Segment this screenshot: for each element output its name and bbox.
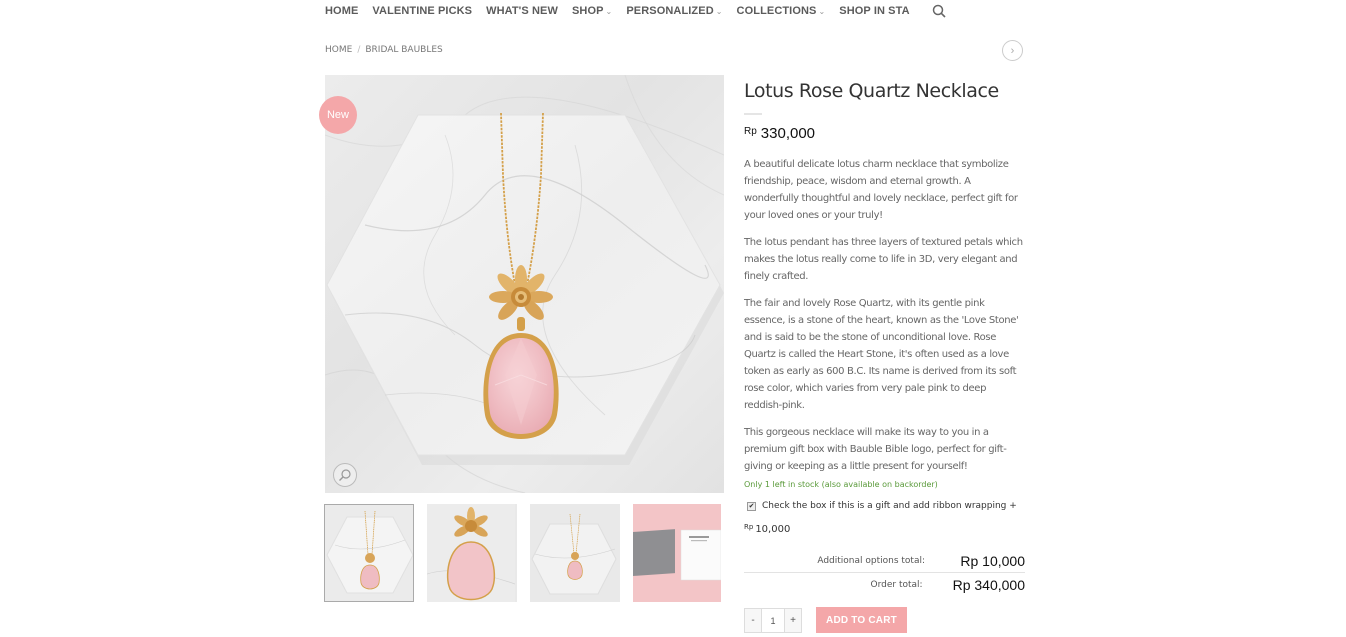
zoom-icon [339,469,351,481]
gift-price-amount: 10,000 [755,524,791,535]
description-paragraph: This gorgeous necklace will make its way… [744,427,1007,472]
thumbnail-3[interactable] [530,504,620,602]
additional-options-value: Rp 10,000 [960,552,1025,569]
add-to-cart-button[interactable]: ADD TO CART [816,607,907,633]
stock-status: Only 1 left in stock (also available on … [744,480,938,489]
nav-label: WHAT'S NEW [486,5,558,17]
chevron-down-icon: ⌄ [715,6,723,16]
chevron-down-icon: ⌄ [818,6,826,16]
quantity-stepper: - 1 + [744,608,802,633]
breadcrumb-separator: / [357,45,361,55]
nav-item-home[interactable]: HOME [325,5,358,17]
quantity-input[interactable]: 1 [761,609,785,632]
nav-label: HOME [325,5,359,17]
totals-table: Additional options total: Rp 10,000 Orde… [744,549,1025,597]
nav-label: COLLECTIONS [736,5,817,17]
additional-options-label: Additional options total: [817,555,925,566]
thumbnail-image [530,504,618,602]
main-nav: HOME VALENTINE PICKS WHAT'S NEW SHOP ⌄ PE… [325,0,946,22]
product-title: Lotus Rose Quartz Necklace [744,80,999,102]
gift-option[interactable]: ✔ Check the box if this is a gift and ad… [747,501,1017,511]
product-price: Rp 330,000 [744,125,1026,142]
price-currency: Rp [744,126,757,137]
breadcrumb: HOME / BRIDAL BAUBLES [325,45,443,55]
quantity-increase-button[interactable]: + [785,609,801,632]
thumbnail-1[interactable] [324,504,414,602]
gift-option-price: Rp 10,000 [744,523,791,535]
thumbnail-image [325,505,413,601]
product-main-image[interactable] [325,75,724,493]
nav-item-shop[interactable]: SHOP ⌄ [572,5,612,17]
breadcrumb-home[interactable]: HOME [325,45,352,55]
nav-label: PERSONALIZED [626,5,714,17]
thumbnail-2[interactable] [427,504,517,602]
new-badge: New [319,96,357,134]
order-total-label: Order total: [870,580,923,590]
nav-item-personalized[interactable]: PERSONALIZED ⌄ [626,5,722,17]
thumbnail-strip [324,504,721,602]
chevron-right-icon: › [1010,44,1015,57]
thumbnail-image [427,504,516,602]
order-total-value: Rp 340,000 [952,577,1025,593]
order-total-row: Order total: Rp 340,000 [744,573,1025,597]
nav-item-valentine-picks[interactable]: VALENTINE PICKS [372,5,472,17]
nav-label: VALENTINE PICKS [372,5,473,17]
product-description: A beautiful delicate lotus charm necklac… [744,156,1026,475]
search-icon[interactable] [932,4,946,18]
description-paragraph: The fair and lovely Rose Quartz, with it… [744,298,1019,411]
gift-option-label: Check the box if this is a gift and add … [762,501,1017,511]
description-paragraph: The lotus pendant has three layers of te… [744,237,1023,282]
nav-item-whats-new[interactable]: WHAT'S NEW [486,5,558,17]
gift-price-currency: Rp [744,523,754,531]
nav-item-collections[interactable]: COLLECTIONS ⌄ [737,5,826,17]
thumbnail-image [633,504,721,602]
thumbnail-4[interactable] [633,504,721,602]
next-product-button[interactable]: › [1002,40,1023,61]
breadcrumb-category[interactable]: BRIDAL BAUBLES [365,45,442,55]
product-info: Lotus Rose Quartz Necklace Rp 330,000 A … [744,80,1026,475]
quantity-decrease-button[interactable]: - [745,609,761,632]
nav-item-shop-insta[interactable]: SHOP IN STA [839,5,909,17]
necklace-photo [325,75,724,493]
additional-options-row: Additional options total: Rp 10,000 [744,549,1025,573]
nav-label: SHOP [571,5,604,17]
gift-checkbox[interactable]: ✔ [747,501,756,511]
title-divider [744,113,762,115]
nav-label: SHOP IN STA [839,5,910,17]
chevron-down-icon: ⌄ [605,6,613,16]
zoom-button[interactable] [333,463,357,487]
description-paragraph: A beautiful delicate lotus charm necklac… [744,159,1018,221]
price-amount: 330,000 [760,125,816,142]
